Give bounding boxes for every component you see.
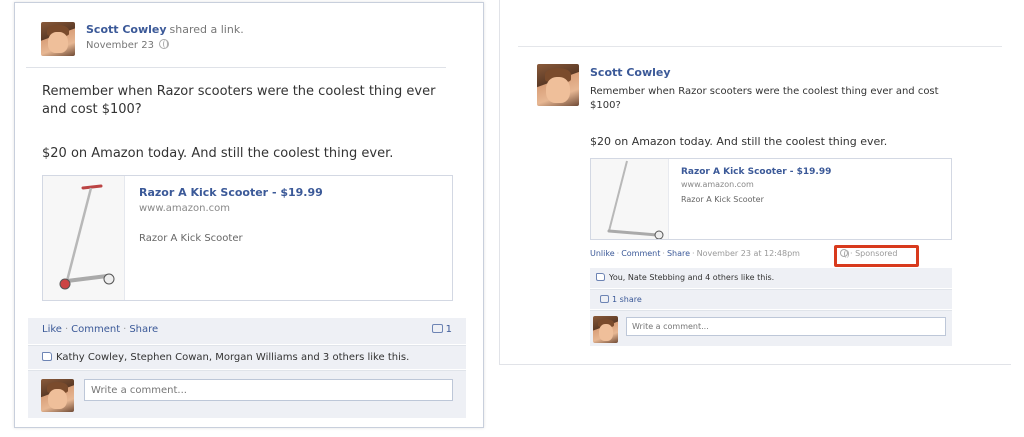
right-post-divider <box>518 46 1002 47</box>
right-post-likes-bar: You, Nate Stebbing and 4 others like thi… <box>590 268 952 288</box>
right-post-shares-text[interactable]: 1 share <box>612 295 642 304</box>
left-link-title[interactable]: Razor A Kick Scooter - $19.99 <box>139 186 323 199</box>
right-post-shares-bar: 1 share <box>590 289 952 309</box>
left-post-date-line: November 23 <box>86 39 169 51</box>
sponsored-label: Sponsored <box>855 249 898 258</box>
right-link-preview[interactable]: Razor A Kick Scooter - $19.99 www.amazon… <box>590 158 952 240</box>
right-commenter-avatar <box>593 316 618 343</box>
right-link-description: Razor A Kick Scooter <box>681 195 764 204</box>
share-icon <box>600 295 609 303</box>
right-link-title[interactable]: Razor A Kick Scooter - $19.99 <box>681 167 831 177</box>
right-post-message-line2: $20 on Amazon today. And still the coole… <box>590 135 888 148</box>
right-post-actions-bar: Unlike · Comment · Share · November 23 at 12:4… <box>590 249 800 258</box>
left-post-message-line1: Remember when Razor scooters were the co… <box>42 84 436 117</box>
globe-icon <box>840 249 849 258</box>
right-share-link[interactable]: Share <box>667 249 690 258</box>
left-link-description: Razor A Kick Scooter <box>139 233 243 244</box>
left-post-message-line2: $20 on Amazon today. And still the coole… <box>42 146 394 161</box>
share-count[interactable]: 1 <box>431 324 452 335</box>
left-post-likes-text[interactable]: Kathy Cowley, Stephen Cowan, Morgan Will… <box>56 352 409 363</box>
comment-link[interactable]: Comment <box>71 324 120 335</box>
right-post-avatar[interactable] <box>537 64 579 106</box>
left-post-likes-bar: Kathy Cowley, Stephen Cowan, Morgan Will… <box>28 345 466 369</box>
left-post-author-link[interactable]: Scott Cowley <box>86 23 167 36</box>
globe-icon <box>158 39 169 49</box>
left-post-date[interactable]: November 23 <box>86 40 154 51</box>
thumbs-up-icon <box>42 352 52 361</box>
scooter-image <box>607 160 664 239</box>
sponsored-label-line: · Sponsored <box>840 249 897 258</box>
left-link-preview[interactable]: Razor A Kick Scooter - $19.99 www.amazon… <box>42 175 453 301</box>
left-post-author-line: Scott Cowley shared a link. <box>86 23 244 36</box>
unlike-link[interactable]: Unlike <box>590 249 615 258</box>
left-post-actions-bar: Like · Comment · Share 1 <box>28 318 466 344</box>
right-post-timestamp[interactable]: November 23 at 12:48pm <box>697 249 800 258</box>
left-link-url: www.amazon.com <box>139 203 231 214</box>
right-post-comment-row <box>590 310 952 346</box>
thumbs-up-icon <box>596 273 605 281</box>
right-comment-input[interactable] <box>626 317 946 336</box>
left-commenter-avatar <box>41 379 74 412</box>
left-post-comment-row <box>28 370 466 418</box>
right-post-message-line1: Remember when Razor scooters were the co… <box>590 86 939 111</box>
share-count-value: 1 <box>445 324 452 335</box>
right-link-thumbnail[interactable] <box>591 159 669 239</box>
left-link-thumbnail[interactable] <box>43 176 125 300</box>
scooter-image <box>59 184 115 290</box>
right-post-author[interactable]: Scott Cowley <box>590 66 671 79</box>
like-link[interactable]: Like <box>42 324 62 335</box>
left-comment-input[interactable] <box>84 379 453 401</box>
share-link[interactable]: Share <box>129 324 158 335</box>
right-link-url: www.amazon.com <box>681 180 754 189</box>
right-comment-link[interactable]: Comment <box>621 249 660 258</box>
share-count-icon <box>431 324 443 333</box>
left-post-action-text: shared a link. <box>169 23 244 36</box>
left-post-avatar[interactable] <box>41 22 75 56</box>
right-post-likes-text[interactable]: You, Nate Stebbing and 4 others like thi… <box>609 273 774 282</box>
